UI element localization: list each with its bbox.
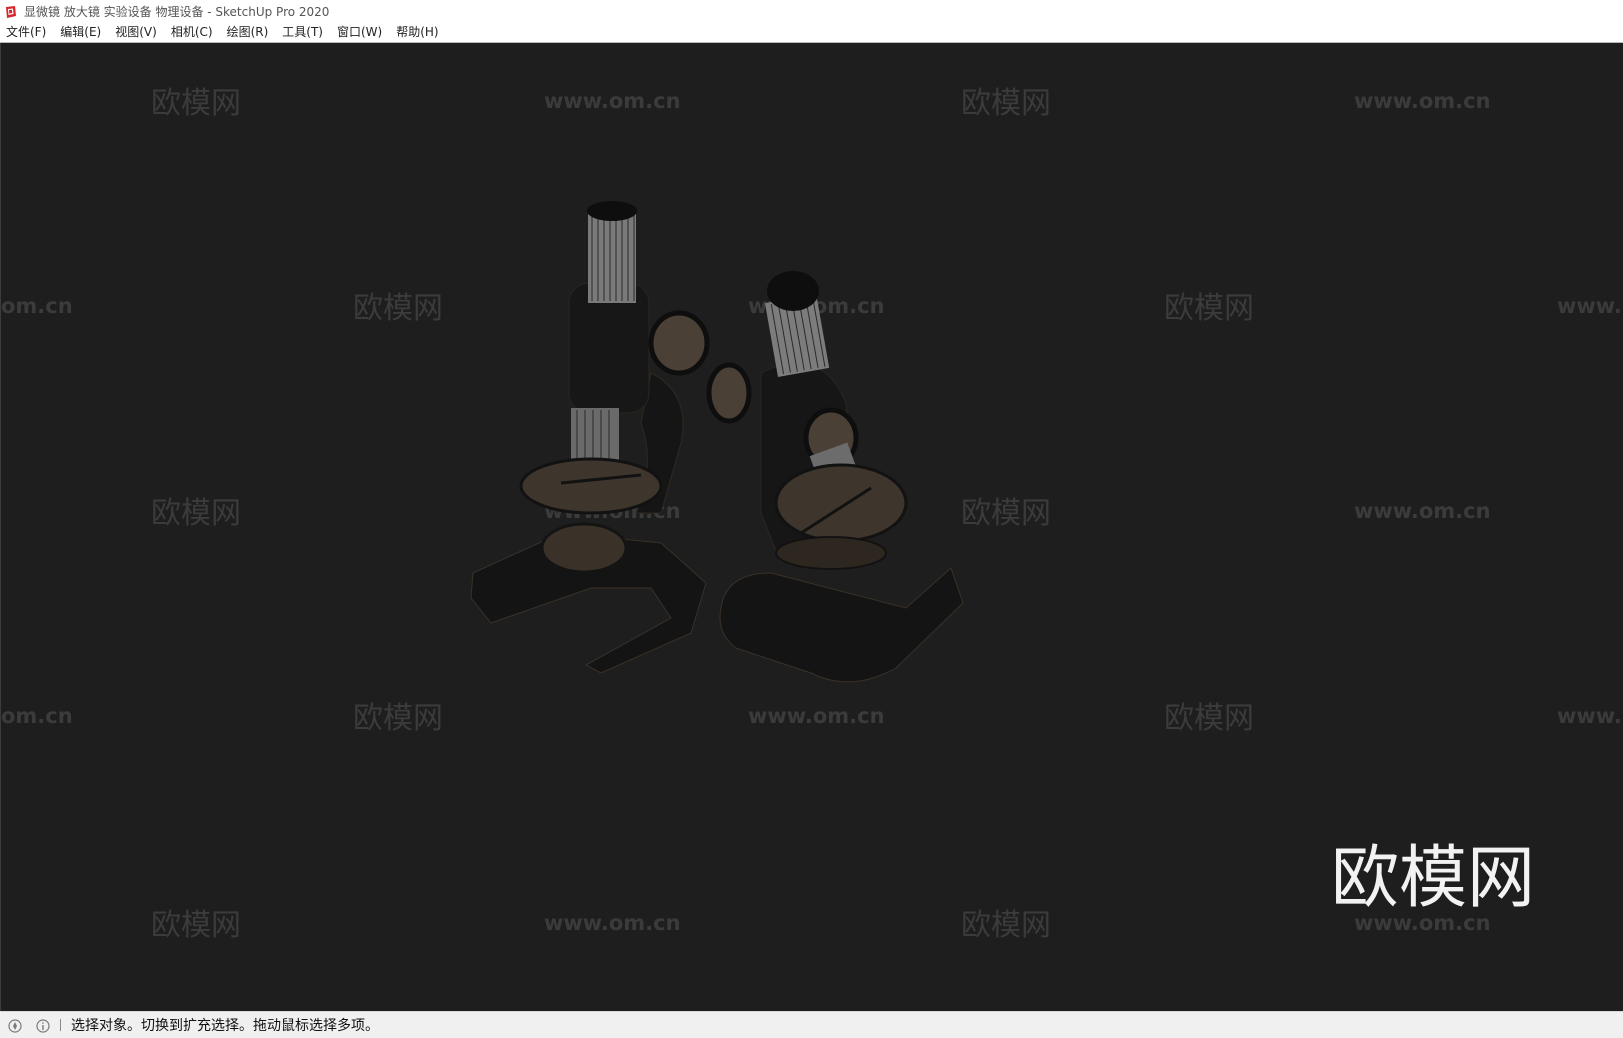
watermark-cn: 欧模网 xyxy=(961,86,1051,121)
info-icon[interactable] xyxy=(36,1018,50,1033)
menu-draw[interactable]: 绘图(R) xyxy=(220,22,276,42)
watermark-url-partial: www. xyxy=(1557,704,1622,728)
watermark-url-partial: om.cn xyxy=(1,704,73,728)
watermark-url-partial: www. xyxy=(1557,294,1622,318)
microscope-model-left[interactable] xyxy=(470,201,710,674)
watermark-cn: 欧模网 xyxy=(353,701,443,736)
watermark-url: www.om.cn xyxy=(1354,89,1491,113)
geo-location-icon[interactable] xyxy=(8,1018,22,1033)
microscope-model-right[interactable] xyxy=(706,271,964,683)
watermark-url: www.om.cn xyxy=(544,89,681,113)
watermark-url: www.om.cn xyxy=(544,911,681,935)
watermark-cn: 欧模网 xyxy=(961,908,1051,943)
title-bar: 显微镜 放大镜 实验设备 物理设备 - SketchUp Pro 2020 xyxy=(0,0,1623,22)
menu-file[interactable]: 文件(F) xyxy=(0,22,53,42)
watermark-cn: 欧模网 xyxy=(151,496,241,531)
menu-edit[interactable]: 编辑(E) xyxy=(53,22,108,42)
watermark-cn: 欧模网 xyxy=(151,86,241,121)
om-logo-url: www.om.cn xyxy=(1354,911,1491,935)
menu-window[interactable]: 窗口(W) xyxy=(330,22,389,42)
watermark-url: www.om.cn xyxy=(1354,499,1491,523)
om-logo: 欧模网 xyxy=(1331,839,1535,918)
watermark-url: www.om.cn xyxy=(748,704,885,728)
menu-help[interactable]: 帮助(H) xyxy=(389,22,445,42)
watermark-cn: 欧模网 xyxy=(353,291,443,326)
viewport-canvas[interactable]: 欧模网 www.om.cn 欧模网 www.om.cn om.cn 欧模网 ww… xyxy=(1,43,1623,1011)
window-title: 显微镜 放大镜 实验设备 物理设备 - SketchUp Pro 2020 xyxy=(24,4,330,19)
watermark-cn: 欧模网 xyxy=(961,496,1051,531)
status-text: 选择对象。切换到扩充选择。拖动鼠标选择多项。 xyxy=(71,1018,379,1034)
status-divider xyxy=(60,1019,61,1031)
modeling-viewport[interactable]: 欧模网 www.om.cn 欧模网 www.om.cn om.cn 欧模网 ww… xyxy=(0,43,1623,1011)
watermark-cn: 欧模网 xyxy=(1164,701,1254,736)
status-bar: 选择对象。切换到扩充选择。拖动鼠标选择多项。 xyxy=(0,1011,1623,1038)
menu-view[interactable]: 视图(V) xyxy=(108,22,164,42)
watermark-url-partial: om.cn xyxy=(1,294,73,318)
menu-tools[interactable]: 工具(T) xyxy=(275,22,330,42)
watermark-cn: 欧模网 xyxy=(151,908,241,943)
menu-camera[interactable]: 相机(C) xyxy=(164,22,220,42)
sketchup-app-icon[interactable] xyxy=(4,4,18,18)
menu-bar: 文件(F) 编辑(E) 视图(V) 相机(C) 绘图(R) 工具(T) 窗口(W… xyxy=(0,22,1623,43)
watermark-cn: 欧模网 xyxy=(1164,291,1254,326)
